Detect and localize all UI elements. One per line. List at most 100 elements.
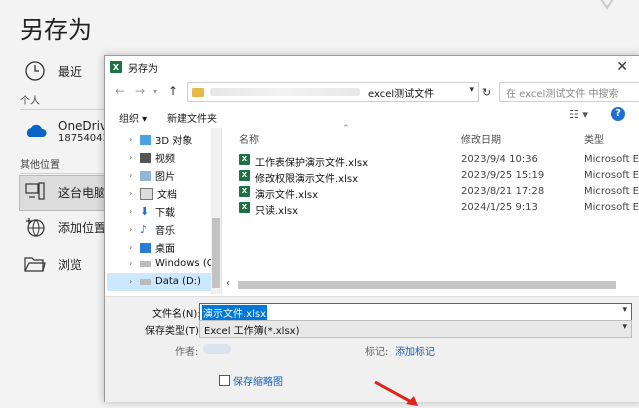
chevron-right-icon[interactable]: › — [129, 171, 137, 180]
folder-icon — [192, 87, 204, 97]
chevron-right-icon[interactable]: › — [129, 135, 137, 144]
nav-item-label: 视频 — [155, 154, 175, 165]
nav-item-label: 下载 — [155, 208, 175, 219]
nav-item-label: 图片 — [155, 172, 175, 183]
download-icon: ⬇ — [140, 204, 150, 218]
nav-item-label: 桌面 — [155, 244, 175, 255]
chevron-right-icon[interactable]: › — [129, 189, 137, 198]
refresh-icon[interactable]: ↻ — [482, 86, 491, 99]
savetype-label: 保存类型(T): — [145, 326, 203, 337]
dialog-toolbar: 组织 ▾ 新建文件夹 ☷ ▾ ? — [105, 106, 639, 126]
close-icon[interactable]: ✕ — [616, 59, 628, 75]
browse-label: 浏览 — [58, 257, 83, 272]
file-row[interactable]: X 演示文件.xlsx 2023/8/21 17:28 Microsoft Ex — [239, 184, 639, 201]
nav-item-pictures[interactable]: › 图片 — [129, 168, 175, 183]
cloud-icon — [22, 118, 48, 144]
column-header-name[interactable]: 名称 — [239, 131, 259, 146]
search-placeholder: 在 excel测试文件 中搜索 — [506, 88, 619, 100]
decoration-icon — [600, 0, 614, 10]
page-title: 另存为 — [20, 16, 92, 44]
column-header-date[interactable]: 修改日期 — [461, 131, 501, 146]
nav-item-drive-d[interactable]: › Data (D:) — [129, 276, 201, 287]
sort-ascending-icon: ⌃ — [342, 124, 350, 134]
filename-input[interactable]: 演示文件.xlsx ▾ — [199, 303, 632, 321]
organize-button[interactable]: 组织 ▾ — [119, 110, 147, 125]
globe-plus-icon — [22, 214, 48, 240]
save-thumbnail-option[interactable]: 保存缩略图 — [219, 373, 283, 388]
file-row[interactable]: X 修改权限演示文件.xlsx 2023/9/25 15:19 Microsof… — [239, 168, 639, 185]
save-thumbnail-checkbox[interactable] — [219, 375, 230, 386]
search-box[interactable]: 在 excel测试文件 中搜索 ⌕ — [499, 82, 639, 102]
help-icon[interactable]: ? — [611, 107, 625, 121]
chevron-right-icon[interactable]: › — [129, 225, 137, 234]
addplace-item[interactable]: 添加位置 — [22, 214, 106, 240]
music-icon: ♪ — [140, 222, 148, 236]
thispc-label: 这台电脑 — [58, 185, 107, 200]
chevron-down-icon[interactable]: ▾ — [622, 322, 627, 332]
recent-label: 最近 — [58, 64, 83, 79]
dialog-title: 另存为 — [128, 63, 158, 75]
back-arrow-icon[interactable]: ← — [115, 84, 125, 98]
file-list: ⌃ 名称 修改日期 类型 X 工作表保护演示文件.xlsx 2023/9/4 1… — [222, 124, 639, 294]
file-type: Microsoft Ex — [584, 186, 639, 197]
nav-pane-scrollbar[interactable] — [211, 128, 221, 294]
file-name: 修改权限演示文件.xlsx — [255, 174, 359, 185]
excel-icon: X — [110, 61, 122, 73]
nav-item-label: 文档 — [157, 190, 177, 201]
drive-icon — [140, 278, 151, 285]
file-row[interactable]: X 只读.xlsx 2024/1/25 9:13 Microsoft Ex — [239, 200, 639, 217]
view-options-icon[interactable]: ☷ ▾ — [569, 108, 588, 121]
browse-item[interactable]: 浏览 — [22, 251, 82, 277]
nav-item-3d-objects[interactable]: › 3D 对象 — [129, 132, 192, 147]
section-other: 其他位置 — [20, 156, 110, 174]
dialog-titlebar[interactable]: X 另存为 ✕ — [105, 56, 639, 78]
chevron-right-icon[interactable]: › — [129, 243, 137, 252]
onedrive-item[interactable]: OneDrive 18754043 — [22, 118, 114, 144]
red-arrow-annotation — [374, 380, 418, 406]
scroll-left-icon[interactable]: ‹ — [226, 278, 230, 289]
file-type: Microsoft Ex — [584, 202, 639, 213]
address-bar[interactable]: excel测试文件 ▾ — [187, 82, 479, 102]
address-current-folder[interactable]: excel测试文件 — [368, 85, 434, 100]
nav-item-label: 3D 对象 — [155, 136, 193, 147]
tags-label: 标记: — [365, 347, 389, 358]
thispc-item[interactable]: 这台电脑 — [22, 179, 106, 205]
folder-open-icon — [22, 251, 48, 277]
filename-value[interactable]: 演示文件.xlsx — [202, 305, 268, 320]
navigation-pane: › 3D 对象 › 视频 › 图片 › 文档 › ⬇ 下载 › ♪ 音乐 › 桌… — [105, 128, 222, 294]
file-list-h-scrollbar[interactable]: ‹ — [222, 278, 639, 292]
nav-item-drive-c[interactable]: › Windows (C:) — [129, 258, 221, 269]
chevron-down-icon[interactable]: ▾ — [469, 85, 474, 95]
savetype-select[interactable]: Excel 工作簿(*.xlsx) ▾ — [199, 320, 632, 338]
chevron-right-icon[interactable]: › — [129, 207, 137, 216]
clock-icon — [22, 58, 48, 84]
scrollbar-thumb[interactable] — [212, 218, 220, 288]
3d-objects-icon — [140, 134, 151, 145]
recent-item[interactable]: 最近 — [22, 58, 82, 84]
nav-item-desktop[interactable]: › 桌面 — [129, 240, 175, 255]
chevron-right-icon[interactable]: › — [129, 259, 137, 268]
up-arrow-icon[interactable]: ↑ — [168, 84, 178, 98]
nav-item-music[interactable]: › ♪ 音乐 — [129, 222, 175, 238]
forward-arrow-icon[interactable]: → — [135, 84, 145, 98]
new-folder-button[interactable]: 新建文件夹 — [167, 110, 217, 125]
filename-label: 文件名(N): — [152, 309, 201, 320]
recent-locations-icon[interactable]: ▾ — [153, 87, 157, 96]
file-row[interactable]: X 工作表保护演示文件.xlsx 2023/9/4 10:36 Microsof… — [239, 152, 639, 169]
file-name: 只读.xlsx — [255, 206, 299, 217]
chevron-down-icon[interactable]: ▾ — [622, 305, 627, 315]
nav-item-documents[interactable]: › 文档 — [129, 186, 177, 201]
file-date: 2024/1/25 9:13 — [461, 202, 538, 213]
navigation-bar: ← → ▾ ↑ excel测试文件 ▾ ↻ 在 excel测试文件 中搜索 ⌕ — [105, 80, 639, 104]
nav-item-label: 音乐 — [155, 226, 175, 237]
excel-file-icon: X — [239, 186, 250, 197]
column-header-type[interactable]: 类型 — [584, 131, 604, 146]
chevron-right-icon[interactable]: › — [129, 153, 137, 162]
author-value[interactable] — [203, 344, 231, 354]
chevron-right-icon[interactable]: › — [129, 277, 137, 286]
nav-item-video[interactable]: › 视频 — [129, 150, 175, 165]
nav-item-download[interactable]: › ⬇ 下载 — [129, 204, 175, 220]
scrollbar-thumb[interactable] — [238, 281, 616, 289]
file-name: 演示文件.xlsx — [255, 190, 319, 201]
add-tag-link[interactable]: 添加标记 — [395, 343, 435, 358]
